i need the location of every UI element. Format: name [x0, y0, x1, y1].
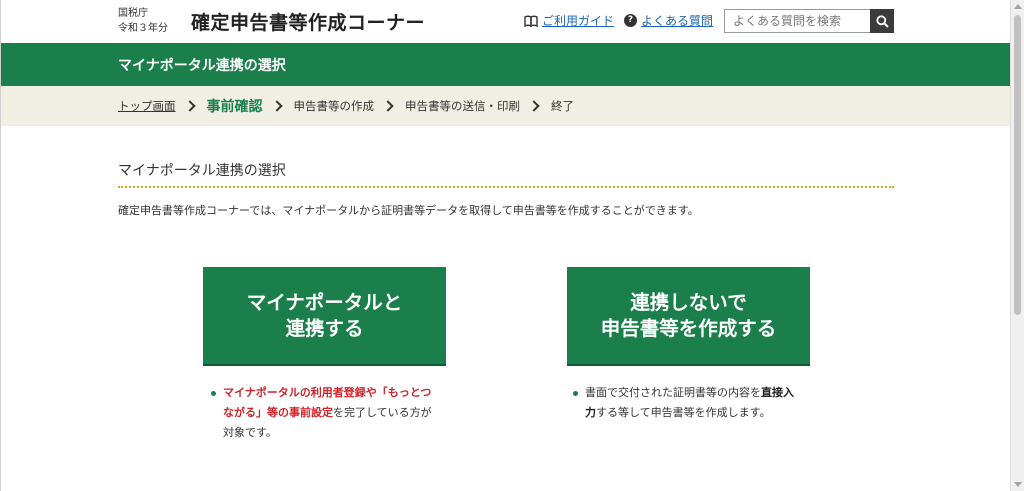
- note-text: 書面で交付された証明書等の内容を: [585, 386, 761, 399]
- note-highlight: 事前設定: [289, 406, 333, 419]
- question-icon: ?: [624, 14, 637, 27]
- site-header: 国税庁 令和３年分 確定申告書等作成コーナー ご利用ガイド ? よくある質問: [1, 0, 1011, 43]
- step-top[interactable]: トップ画面: [118, 98, 176, 114]
- page-title: マイナポータル連携の選択: [118, 58, 286, 74]
- scroll-up-icon[interactable]: [1014, 4, 1022, 9]
- guide-link-group[interactable]: ご利用ガイド: [524, 12, 614, 29]
- create-without-link-label-1: 連携しないで: [630, 290, 747, 314]
- chevron-right-icon: [270, 100, 283, 112]
- search-button[interactable]: [870, 9, 894, 33]
- guide-link[interactable]: ご利用ガイド: [542, 12, 614, 29]
- chevron-right-icon: [183, 100, 196, 112]
- book-icon: [524, 15, 538, 27]
- search-input[interactable]: [724, 9, 870, 33]
- scroll-thumb[interactable]: [1014, 15, 1021, 315]
- faq-link-group[interactable]: ? よくある質問: [624, 12, 713, 29]
- step-send-print: 申告書等の送信・印刷: [405, 99, 520, 113]
- chevron-right-icon: [382, 100, 394, 112]
- note-text: や「: [365, 386, 388, 399]
- progress-steps: トップ画面 事前確認 申告書等の作成 申告書等の送信・印刷 終了: [1, 86, 1011, 126]
- search-box: [724, 9, 894, 33]
- page: 国税庁 令和３年分 確定申告書等作成コーナー ご利用ガイド ? よくある質問 よ…: [0, 0, 1011, 491]
- section-heading: マイナポータル連携の選択: [118, 163, 286, 179]
- tax-year: 令和３年分: [118, 23, 168, 34]
- scroll-down-icon[interactable]: [1014, 482, 1022, 487]
- mynaportal-note: マイナポータルの利用者登録や「もっとつながる」等の事前設定を完了している方が対象…: [207, 383, 433, 443]
- heading-divider: [118, 186, 894, 188]
- note-highlight: マイナポータルの利用者登録: [223, 386, 366, 399]
- step-finish: 終了: [551, 99, 574, 113]
- faq-link[interactable]: よくある質問: [641, 12, 713, 29]
- intro-text: 確定申告書等作成コーナーでは、マイナポータルから証明書等データを取得して申告書等…: [118, 204, 699, 217]
- link-mynaportal-button[interactable]: マイナポータルと 連携する: [203, 267, 446, 364]
- agency-label: 国税庁 令和３年分: [118, 6, 168, 36]
- site-title: 確定申告書等作成コーナー: [191, 12, 426, 34]
- step-create: 申告書等の作成: [293, 99, 375, 113]
- step-precheck: 事前確認: [206, 99, 263, 115]
- note-text: する等して申告書等を作成します。: [596, 406, 771, 419]
- agency-name: 国税庁: [118, 8, 148, 19]
- no-link-note: 書面で交付された証明書等の内容を直接入力する等して申告書等を作成します。: [569, 383, 800, 423]
- note-text: 」等の: [256, 406, 289, 419]
- chevron-right-icon: [528, 100, 540, 112]
- link-mynaportal-label-2: 連携する: [285, 316, 364, 340]
- create-without-link-label-2: 申告書等を作成する: [600, 316, 777, 340]
- search-icon: [875, 14, 889, 28]
- vertical-scrollbar[interactable]: [1010, 0, 1024, 491]
- link-mynaportal-label-1: マイナポータルと: [246, 290, 403, 314]
- create-without-link-button[interactable]: 連携しないで 申告書等を作成する: [567, 267, 810, 364]
- page-title-bar: マイナポータル連携の選択: [1, 43, 1011, 86]
